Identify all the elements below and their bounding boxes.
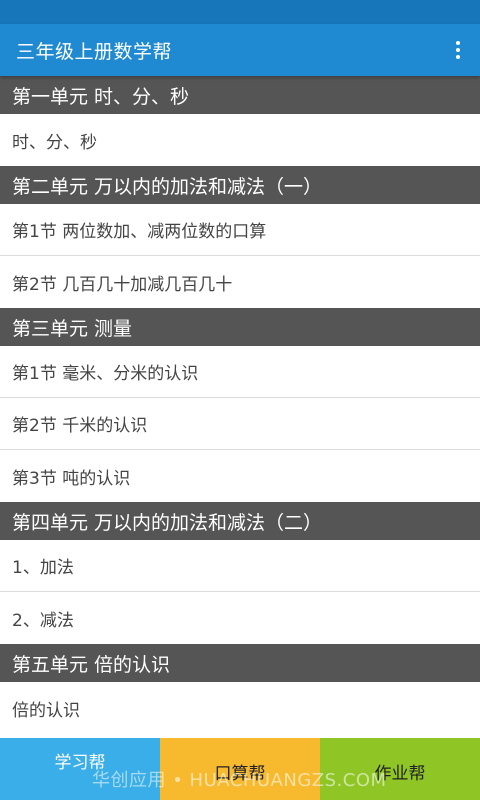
section-header: 第二单元 万以内的加法和减法（一） [0, 166, 480, 204]
section-header: 第一单元 时、分、秒 [0, 76, 480, 114]
app-bar: 三年级上册数学帮 [0, 24, 480, 76]
list-item[interactable]: 2、减法 [0, 592, 480, 644]
section-header: 第四单元 万以内的加法和减法（二） [0, 502, 480, 540]
list-item[interactable]: 第1节 毫米、分米的认识 [0, 346, 480, 398]
overflow-menu-icon[interactable] [450, 38, 466, 62]
bottom-tab-bar: 学习帮 口算帮 作业帮 [0, 738, 480, 800]
status-bar [0, 0, 480, 24]
list-item[interactable]: 第1节 两位数加、减两位数的口算 [0, 204, 480, 256]
tab-mental-math[interactable]: 口算帮 [160, 738, 320, 800]
tab-study[interactable]: 学习帮 [0, 738, 160, 800]
unit-list: 第一单元 时、分、秒 时、分、秒 第二单元 万以内的加法和减法（一） 第1节 两… [0, 76, 480, 738]
section-header: 第五单元 倍的认识 [0, 644, 480, 682]
tab-homework[interactable]: 作业帮 [320, 738, 480, 800]
app-title: 三年级上册数学帮 [16, 40, 173, 63]
list-item[interactable]: 第3节 吨的认识 [0, 450, 480, 502]
list-item[interactable]: 时、分、秒 [0, 114, 480, 166]
list-item[interactable]: 第2节 千米的认识 [0, 398, 480, 450]
section-header: 第三单元 测量 [0, 308, 480, 346]
list-item[interactable]: 倍的认识 [0, 682, 480, 734]
list-item[interactable]: 1、加法 [0, 540, 480, 592]
list-item[interactable]: 第2节 几百几十加减几百几十 [0, 256, 480, 308]
